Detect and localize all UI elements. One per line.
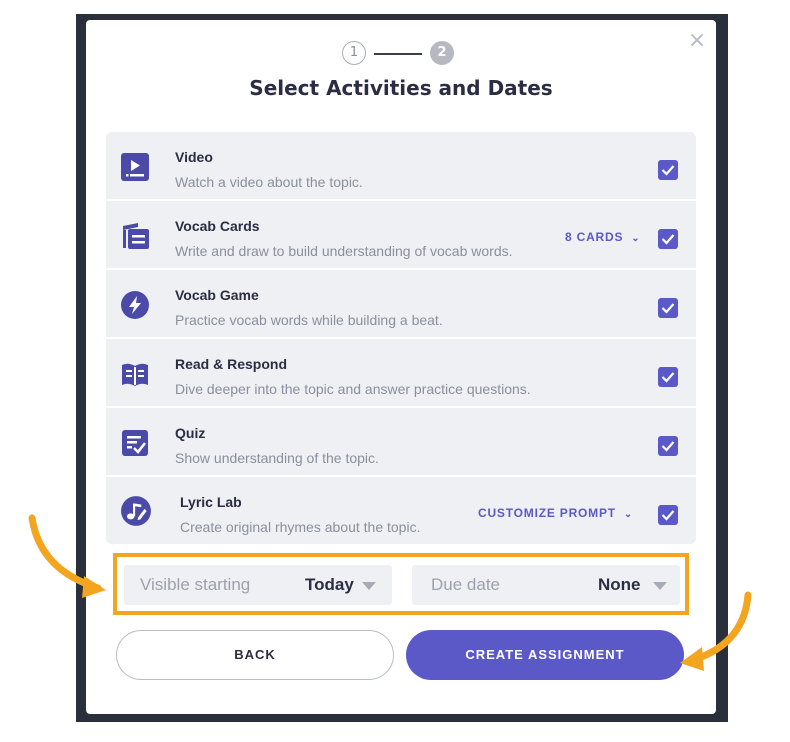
cards-count-label: 8 CARDS [565,230,624,244]
visible-starting-value: Today [305,575,354,594]
check-icon [661,234,675,245]
dialog-title: Select Activities and Dates [249,76,553,100]
check-icon [661,165,675,176]
activity-checkbox-vocab-cards[interactable] [658,229,678,249]
customize-prompt-dropdown[interactable]: CUSTOMIZE PROMPT ⌄ [478,506,633,520]
activity-title: Lyric Lab [180,494,242,510]
activity-row-video: Video Watch a video about the topic. [106,132,696,199]
right-arrow-annotation [680,591,752,671]
check-icon [661,303,675,314]
activity-title: Read & Respond [175,356,288,372]
cards-count-dropdown[interactable]: 8 CARDS ⌄ [565,230,640,244]
activity-description: Watch a video about the topic. [175,174,363,190]
check-icon [661,441,675,452]
customize-prompt-label: CUSTOMIZE PROMPT [478,506,616,520]
back-button[interactable]: BACK [116,630,394,680]
caret-down-icon [653,582,667,590]
lightning-icon [121,291,149,319]
vocab-cards-icon [123,223,149,249]
activity-description: Write and draw to build understanding of… [175,243,513,259]
music-pen-icon [121,496,151,526]
activity-row-vocab-game: Vocab Game Practice vocab words while bu… [106,270,696,337]
activity-checkbox-video[interactable] [658,160,678,180]
step-2: 2 [430,41,454,65]
activity-checkbox-vocab-game[interactable] [658,298,678,318]
activity-row-lyric-lab: Lyric Lab Create original rhymes about t… [106,477,696,544]
video-icon [121,153,149,181]
create-assignment-button[interactable]: CREATE ASSIGNMENT [406,630,684,680]
activity-row-read-respond: Read & Respond Dive deeper into the topi… [106,339,696,406]
check-icon [661,510,675,521]
due-date-value: None [598,575,641,594]
book-icon [122,363,148,386]
chevron-down-icon: ⌄ [623,509,634,520]
activity-title: Quiz [175,425,206,441]
caret-down-icon [362,582,376,590]
due-date-label: Due date [431,575,500,594]
activity-description: Practice vocab words while building a be… [175,312,443,328]
assignment-dialog: × 1 2 Select Activities and Dates Video … [86,20,716,714]
activity-title: Video [175,149,213,165]
activity-checkbox-read-respond[interactable] [658,367,678,387]
activity-description: Create original rhymes about the topic. [180,519,421,535]
step-1: 1 [342,41,366,65]
activity-description: Dive deeper into the topic and answer pr… [175,381,531,397]
stepper: 1 2 [342,41,462,67]
activity-list: Video Watch a video about the topic. Voc… [106,132,696,546]
left-arrow-annotation [28,514,106,598]
visible-starting-select[interactable]: Visible starting Today [124,565,392,605]
dates-highlight-box: Visible starting Today Due date None [113,553,689,615]
activity-description: Show understanding of the topic. [175,450,379,466]
chevron-down-icon: ⌄ [631,233,641,244]
close-icon[interactable]: × [686,30,708,52]
activity-checkbox-lyric-lab[interactable] [658,505,678,525]
check-icon [661,372,675,383]
quiz-icon [122,430,148,456]
activity-title: Vocab Game [175,287,259,303]
activity-title: Vocab Cards [175,218,260,234]
activity-row-vocab-cards: Vocab Cards Write and draw to build unde… [106,201,696,268]
visible-starting-label: Visible starting [140,575,251,594]
activity-checkbox-quiz[interactable] [658,436,678,456]
step-connector [374,53,422,55]
activity-row-quiz: Quiz Show understanding of the topic. [106,408,696,475]
due-date-select[interactable]: Due date None [412,565,680,605]
